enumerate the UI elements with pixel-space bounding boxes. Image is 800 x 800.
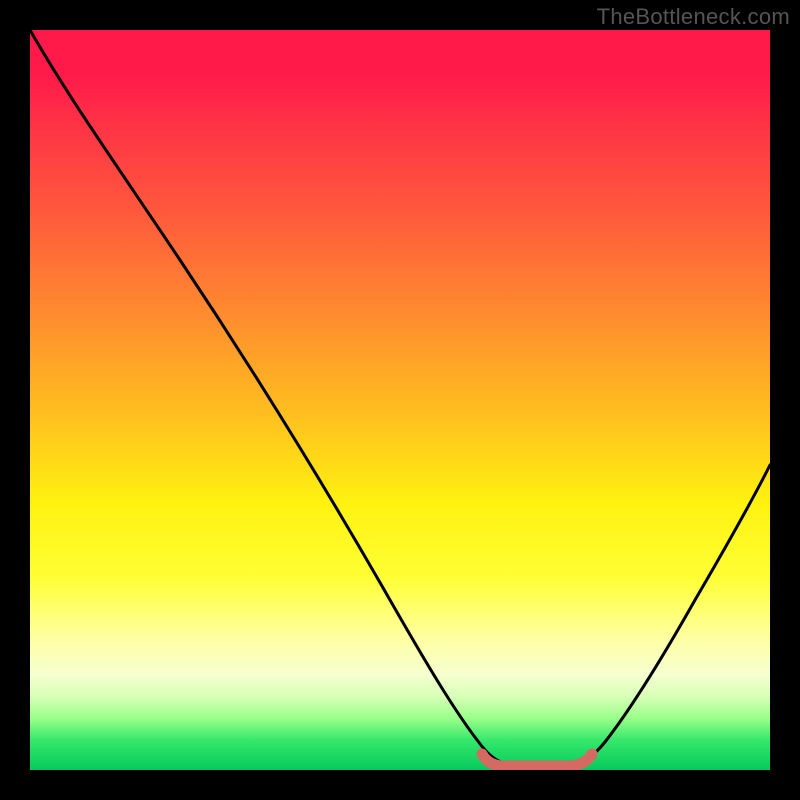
chart-frame: TheBottleneck.com bbox=[0, 0, 800, 800]
bottleneck-curve-svg bbox=[30, 30, 770, 770]
plot-area bbox=[30, 30, 770, 770]
bottleneck-curve-path bbox=[30, 30, 770, 765]
optimal-range-marker bbox=[482, 754, 592, 766]
watermark-text: TheBottleneck.com bbox=[597, 4, 790, 30]
